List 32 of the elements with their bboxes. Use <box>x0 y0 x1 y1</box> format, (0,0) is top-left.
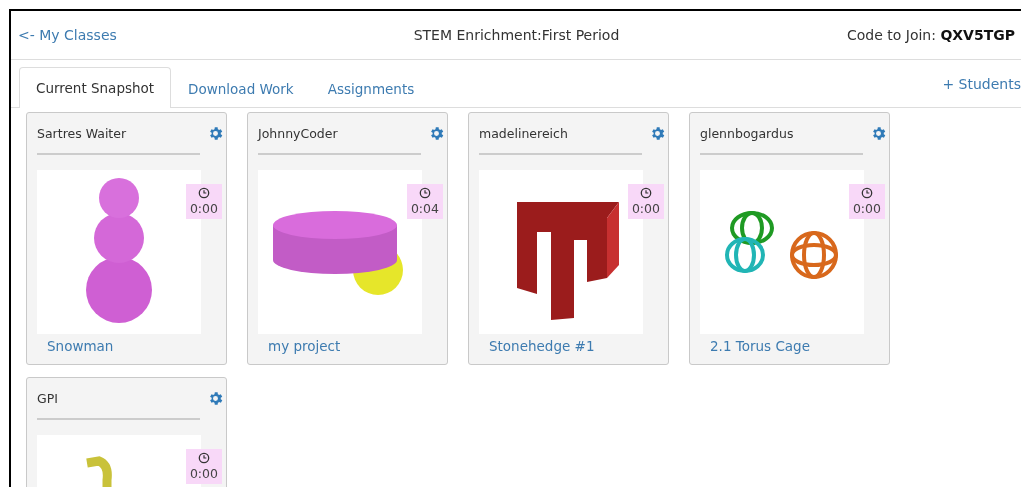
curved-tube-drawing <box>86 456 112 487</box>
back-link[interactable]: <- My Classes <box>18 27 117 43</box>
clock-icon <box>197 187 210 199</box>
project-link[interactable]: Snowman <box>47 338 114 354</box>
tab[interactable]: Current Snapshot <box>19 67 172 108</box>
elapsed-time: 0:04 <box>410 201 439 216</box>
clock-icon <box>197 452 210 464</box>
elapsed-time: 0:00 <box>631 201 660 216</box>
elapsed-time: 0:00 <box>189 201 218 216</box>
clock-icon <box>860 187 873 199</box>
elapsed-time: 0:00 <box>189 466 218 481</box>
student-name: GPI <box>37 390 58 406</box>
settings-icon[interactable] <box>428 124 445 142</box>
class-title: STEM Enrichment:First Period <box>413 27 620 43</box>
tab[interactable]: Download Work <box>171 68 311 108</box>
add-students-link[interactable]: + Students <box>942 75 1021 92</box>
settings-icon[interactable] <box>207 389 224 407</box>
student-name: Sartres Waiter <box>37 125 127 141</box>
elapsed-time: 0:00 <box>852 201 881 216</box>
settings-icon[interactable] <box>870 124 887 142</box>
student-name: JohnnyCoder <box>258 125 338 141</box>
project-link[interactable]: Stonehedge #1 <box>489 338 595 354</box>
settings-icon[interactable] <box>649 124 666 142</box>
student-name: madelinereich <box>479 125 568 141</box>
project-link[interactable]: my project <box>268 338 341 354</box>
join-code-text: Code to Join: QXV5TGP <box>847 27 1015 43</box>
clock-icon <box>418 187 431 199</box>
settings-icon[interactable] <box>207 124 224 142</box>
student-name: glennbogardus <box>700 125 794 141</box>
project-link[interactable]: 2.1 Torus Cage <box>710 338 810 354</box>
clock-icon <box>639 187 652 199</box>
tab[interactable]: Assignments <box>310 68 432 108</box>
